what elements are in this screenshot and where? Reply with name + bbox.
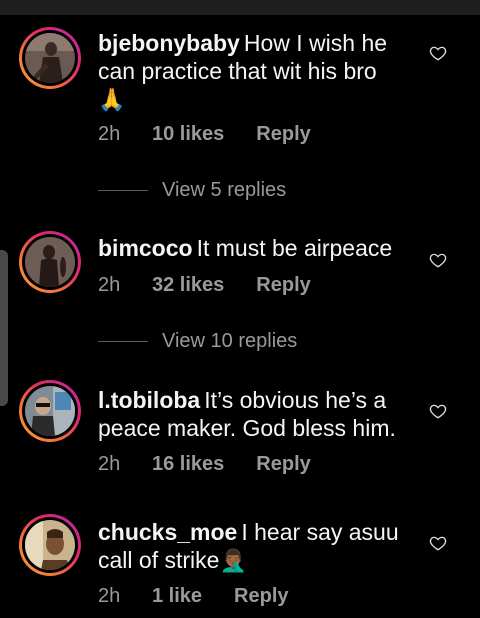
reply-button[interactable]: Reply <box>256 123 310 146</box>
comment-meta: 2h 1 like Reply <box>98 585 289 608</box>
comment-meta: 2h 32 likes Reply <box>98 274 311 297</box>
avatar[interactable] <box>19 514 81 576</box>
reply-button[interactable]: Reply <box>234 585 288 608</box>
comment-time: 2h <box>98 274 121 296</box>
edge-panel-handle[interactable] <box>0 250 8 406</box>
comment-time: 2h <box>98 585 121 607</box>
comment-username[interactable]: chucks_moe <box>98 519 237 545</box>
view-replies-label[interactable]: View 10 replies <box>162 330 297 353</box>
comment-username[interactable]: bimcoco <box>98 235 193 261</box>
comment-body: It must be airpeace <box>196 235 393 261</box>
reply-button[interactable]: Reply <box>256 453 310 476</box>
heart-outline-icon[interactable] <box>429 402 447 420</box>
heart-outline-icon[interactable] <box>429 251 447 269</box>
view-replies-button[interactable]: View 5 replies <box>98 178 286 202</box>
comment-likes[interactable]: 32 likes <box>152 274 224 297</box>
comment-time: 2h <box>98 123 121 145</box>
view-replies-button[interactable]: View 10 replies <box>98 329 297 353</box>
comment-emoji: 🙏 <box>98 88 126 113</box>
comment-text: bimcoco It must be airpeace <box>98 234 410 262</box>
comment-username[interactable]: l.tobiloba <box>98 387 200 413</box>
view-replies-label[interactable]: View 5 replies <box>162 179 286 202</box>
comment-likes[interactable]: 1 like <box>152 585 202 608</box>
heart-outline-icon[interactable] <box>429 534 447 552</box>
status-bar <box>0 0 480 15</box>
comment-time: 2h <box>98 453 121 475</box>
comment-username[interactable]: bjebonybaby <box>98 30 240 56</box>
comment-meta: 2h 10 likes Reply <box>98 123 311 146</box>
heart-outline-icon[interactable] <box>429 44 447 62</box>
reply-button[interactable]: Reply <box>256 274 310 297</box>
comment-text: chucks_moe I hear say asuu call of strike… <box>98 518 410 576</box>
avatar[interactable] <box>19 27 81 89</box>
comment-likes[interactable]: 10 likes <box>152 123 224 146</box>
comment-meta: 2h 16 likes Reply <box>98 453 311 476</box>
divider-line <box>98 189 148 191</box>
avatar[interactable] <box>19 231 81 293</box>
comment-text: bjebonybaby How I wish he can practice th… <box>98 29 410 115</box>
divider-line <box>98 340 148 342</box>
comment-likes[interactable]: 16 likes <box>152 453 224 476</box>
comment-emoji: 🤦🏾‍♂️ <box>219 549 247 574</box>
avatar[interactable] <box>19 380 81 442</box>
comment-text: l.tobiloba It’s obvious he’s a peace make… <box>98 386 410 442</box>
